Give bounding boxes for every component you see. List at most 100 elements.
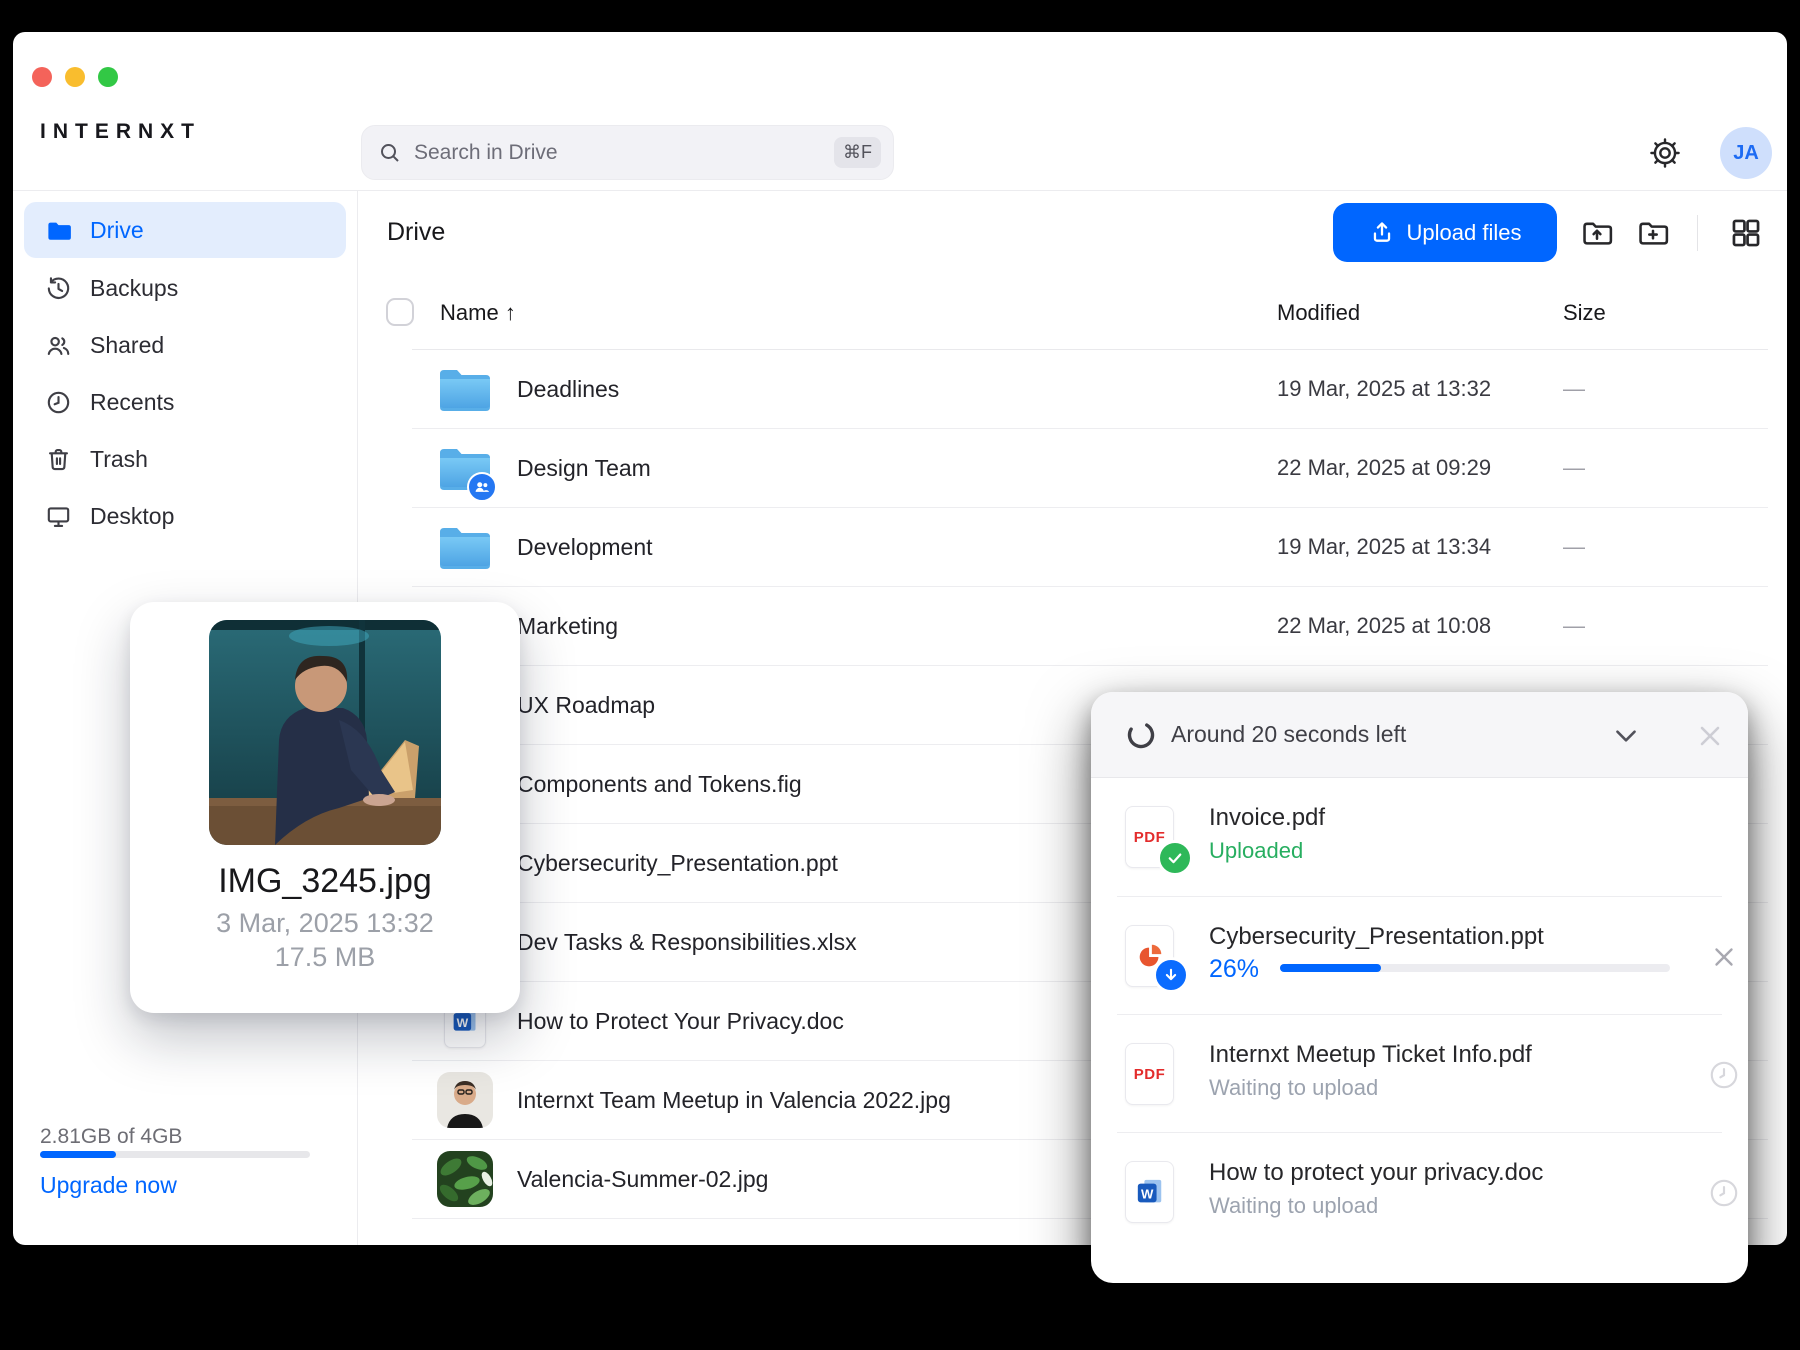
minimize-window-button[interactable] <box>65 67 85 87</box>
upload-item-status: Waiting to upload <box>1209 1193 1379 1218</box>
sort-ascending-icon: ↑ <box>504 300 516 325</box>
sidebar-item-desktop[interactable]: Desktop <box>24 488 346 544</box>
column-header-name[interactable]: Name ↑ <box>440 300 516 326</box>
grid-view-icon[interactable] <box>1729 216 1763 250</box>
window-controls <box>32 67 118 87</box>
storage-progress-bar <box>40 1151 310 1158</box>
file-modified: 19 Mar, 2025 at 13:34 <box>1277 534 1492 559</box>
sidebar-item-trash[interactable]: Trash <box>24 431 346 487</box>
file-name: Internxt Team Meetup in Valencia 2022.jp… <box>517 1086 951 1113</box>
search-icon <box>381 143 399 162</box>
upload-item-status: Waiting to upload <box>1209 1075 1379 1100</box>
upload-files-button[interactable]: Upload files <box>1333 203 1557 262</box>
select-all-checkbox[interactable] <box>386 298 414 326</box>
photo-thumbnail-leaves <box>437 1151 493 1207</box>
svg-text:W: W <box>1141 1187 1154 1202</box>
shared-people-icon <box>47 336 70 355</box>
upload-folder-icon[interactable] <box>1580 216 1614 250</box>
close-panel-icon[interactable] <box>1694 720 1726 752</box>
sidebar-item-label: Shared <box>90 331 165 358</box>
column-header-size[interactable]: Size <box>1563 300 1606 326</box>
upgrade-now-link[interactable]: Upgrade now <box>40 1172 177 1199</box>
header-divider <box>13 190 1787 191</box>
table-row[interactable]: Development 19 Mar, 2025 at 13:34 — <box>412 508 1768 587</box>
search-bar[interactable]: ⌘F <box>361 125 894 180</box>
upload-item-privacy-doc: W How to protect your privacy.doc Waitin… <box>1117 1132 1738 1250</box>
file-name: Marketing <box>517 612 618 639</box>
upload-item-cybersecurity: Cybersecurity_Presentation.ppt 26% <box>1117 896 1733 1014</box>
user-avatar[interactable]: JA <box>1720 127 1772 179</box>
preview-filename: IMG_3245.jpg <box>218 862 432 900</box>
chevron-down-icon[interactable] <box>1611 721 1641 751</box>
svg-text:W: W <box>457 1016 469 1030</box>
upload-progress-fill <box>1280 964 1382 972</box>
upload-progress-panel: Around 20 seconds left PDF Invoice.pdf U… <box>1091 692 1748 1283</box>
upload-progress-bar <box>1280 964 1670 972</box>
desktop-monitor-icon <box>47 506 70 527</box>
file-name: Cybersecurity_Presentation.ppt <box>517 849 838 876</box>
search-input[interactable] <box>414 140 834 165</box>
sidebar-item-label: Trash <box>90 445 148 472</box>
toolbar-separator <box>1697 215 1698 251</box>
table-row[interactable]: Deadlines 19 Mar, 2025 at 13:32 — <box>412 350 1768 429</box>
backup-history-icon <box>47 276 70 299</box>
upload-item-status: Uploaded <box>1209 838 1304 863</box>
word-file-icon: W <box>1125 1161 1174 1223</box>
new-folder-icon[interactable] <box>1636 216 1670 250</box>
sidebar-item-recents[interactable]: Recents <box>24 374 346 430</box>
close-window-button[interactable] <box>32 67 52 87</box>
upload-success-check-icon <box>1157 840 1193 876</box>
file-modified: 22 Mar, 2025 at 09:29 <box>1277 455 1492 480</box>
avatar-initials: JA <box>1733 141 1759 164</box>
spinner-icon <box>1127 721 1155 748</box>
waiting-clock-icon <box>1710 1061 1738 1089</box>
upload-item-name: Cybersecurity_Presentation.ppt <box>1209 923 1544 950</box>
file-name: Design Team <box>517 454 651 481</box>
upload-files-label: Upload files <box>1406 219 1522 245</box>
storage-usage-label: 2.81GB of 4GB <box>40 1125 183 1148</box>
settings-gear-icon[interactable] <box>1648 136 1682 170</box>
clock-icon <box>47 391 70 413</box>
sidebar-item-label: Drive <box>90 216 144 243</box>
search-shortcut-badge: ⌘F <box>834 137 881 168</box>
shared-folder-icon <box>437 440 497 502</box>
sidebar-item-label: Recents <box>90 388 175 415</box>
file-size: — <box>1563 613 1585 638</box>
storage-progress-fill <box>40 1151 116 1158</box>
file-modified: 22 Mar, 2025 at 10:08 <box>1277 613 1492 638</box>
file-name: Development <box>517 533 653 560</box>
preview-photo <box>209 620 441 845</box>
file-name: UX Roadmap <box>517 691 656 718</box>
table-row[interactable]: Marketing 22 Mar, 2025 at 10:08 — <box>412 587 1768 666</box>
sidebar-item-drive[interactable]: Drive <box>24 202 346 258</box>
photo-thumbnail-portrait <box>437 1072 493 1128</box>
zoom-window-button[interactable] <box>98 67 118 87</box>
table-row[interactable]: Design Team 22 Mar, 2025 at 09:29 — <box>412 429 1768 508</box>
folder-icon <box>437 519 493 575</box>
upload-time-remaining: Around 20 seconds left <box>1171 721 1407 747</box>
upload-item-name: Invoice.pdf <box>1209 804 1326 831</box>
file-size: — <box>1563 534 1585 559</box>
upload-icon <box>1373 221 1390 242</box>
uploading-arrow-icon <box>1153 957 1189 993</box>
column-header-modified[interactable]: Modified <box>1277 300 1360 326</box>
upload-item-meetup-ticket: PDF Internxt Meetup Ticket Info.pdf Wait… <box>1117 1014 1738 1132</box>
preview-size: 17.5 MB <box>274 942 376 972</box>
file-name: Components and Tokens.fig <box>517 770 802 797</box>
sidebar-item-label: Backups <box>90 274 179 301</box>
file-name: Valencia-Summer-02.jpg <box>517 1165 769 1192</box>
upload-panel-header: Around 20 seconds left <box>1091 692 1748 778</box>
file-size: — <box>1563 376 1585 401</box>
cancel-upload-icon[interactable] <box>1709 942 1739 972</box>
upload-item-invoice: PDF Invoice.pdf Uploaded <box>1117 778 1722 896</box>
file-preview-card[interactable]: IMG_3245.jpg 3 Mar, 2025 13:32 17.5 MB <box>130 602 520 1013</box>
sidebar-item-backups[interactable]: Backups <box>24 260 346 316</box>
file-name: Dev Tasks & Responsibilities.xlsx <box>517 928 857 955</box>
page-title: Drive <box>387 218 446 246</box>
trash-icon <box>48 448 69 470</box>
file-size: — <box>1563 455 1585 480</box>
upload-item-percent: 26% <box>1209 955 1260 983</box>
sidebar-item-shared[interactable]: Shared <box>24 317 346 373</box>
waiting-clock-icon <box>1710 1179 1738 1207</box>
internxt-logo: INTERNXT <box>40 120 201 143</box>
